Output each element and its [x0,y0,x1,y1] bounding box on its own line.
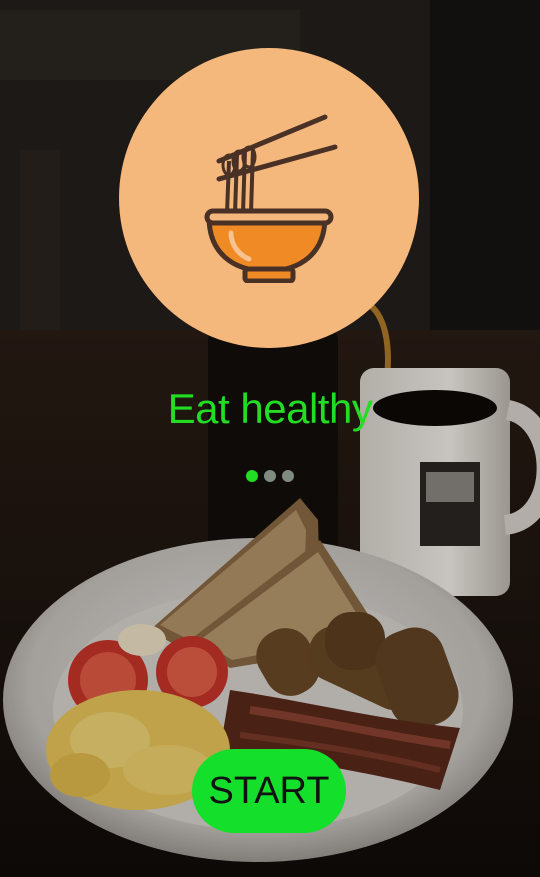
page-dot-2[interactable] [264,470,276,482]
start-button[interactable]: START [192,749,346,833]
page-dot-3[interactable] [282,470,294,482]
noodle-bowl-icon [204,114,338,283]
onboarding-screen: Eat healthy START [0,0,540,877]
page-dot-1-active[interactable] [246,470,258,482]
page-indicator [0,470,540,482]
onboarding-headline: Eat healthy [167,385,373,432]
noodle-bowl-logo [119,48,419,348]
